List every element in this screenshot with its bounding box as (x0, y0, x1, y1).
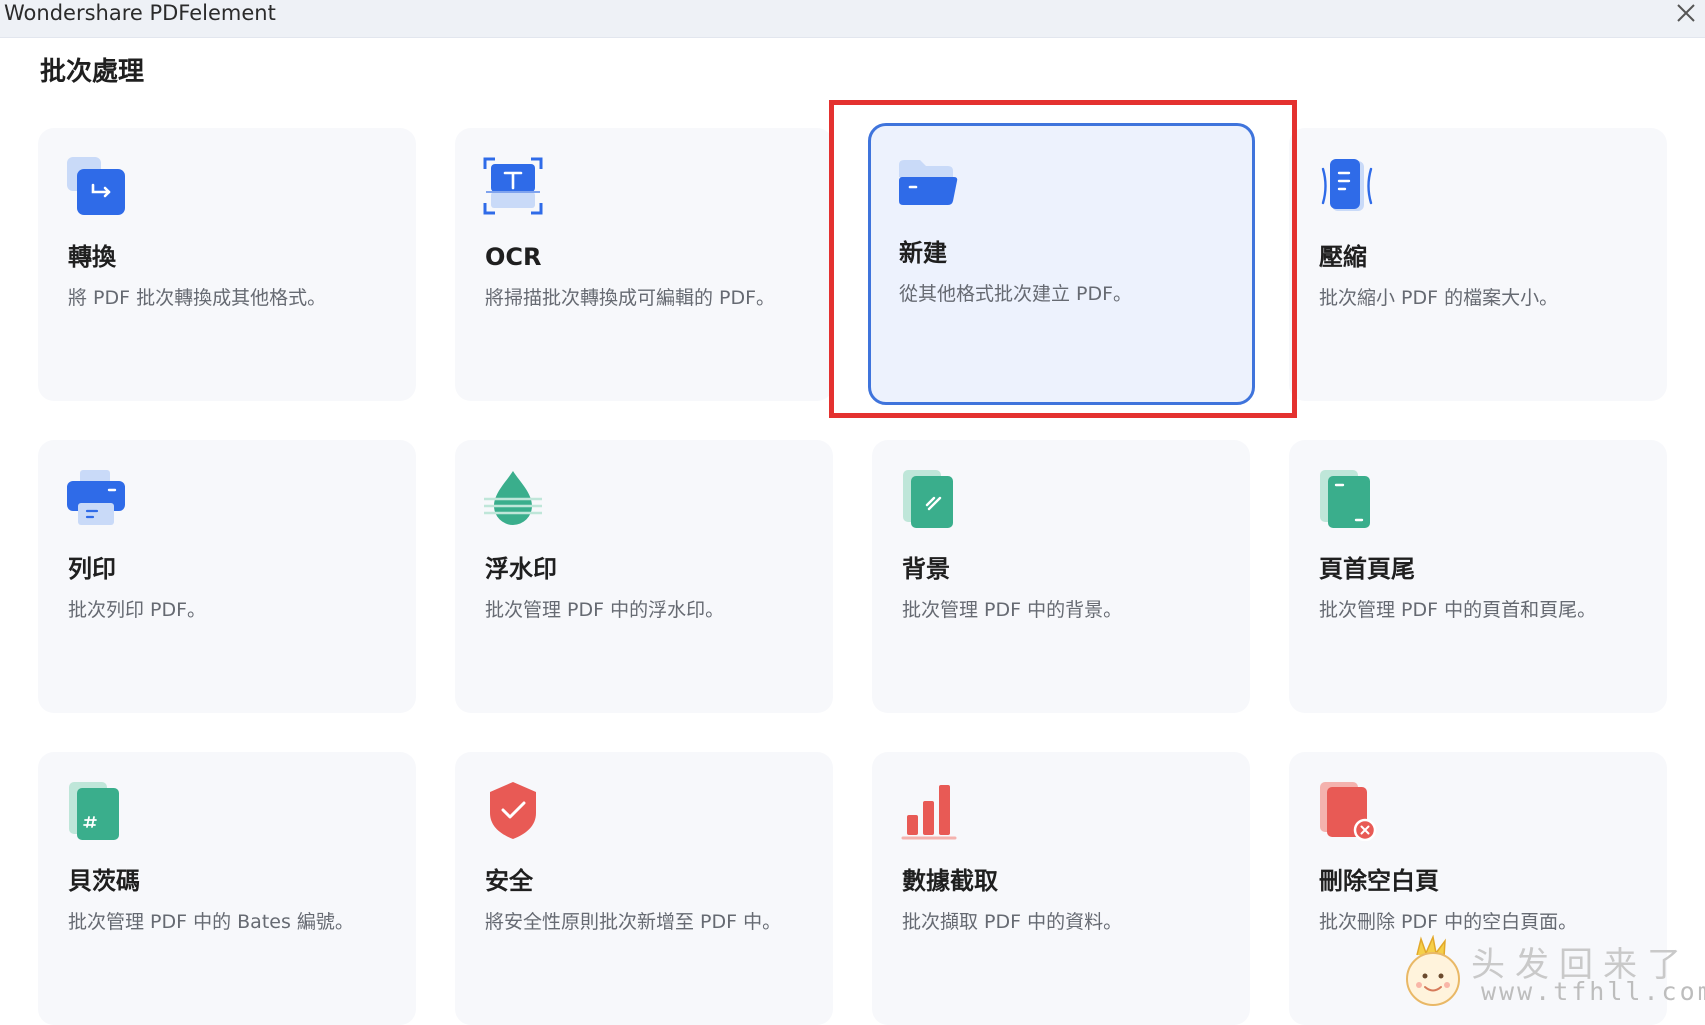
card-ocr[interactable]: OCR 將掃描批次轉換成可編輯的 PDF。 (455, 128, 833, 401)
delete-page-icon (1320, 782, 1377, 841)
card-security[interactable]: 安全 將安全性原則批次新增至 PDF 中。 (455, 752, 833, 1025)
card-description: 批次管理 PDF 中的頁首和頁尾。 (1319, 599, 1597, 621)
card-description: 批次管理 PDF 中的背景。 (902, 599, 1123, 621)
card-title: 背景 (902, 555, 950, 583)
card-watermark[interactable]: 浮水印 批次管理 PDF 中的浮水印。 (455, 440, 833, 713)
card-title: 列印 (68, 555, 116, 583)
card-title: 浮水印 (485, 555, 557, 583)
watermark-drop-icon (484, 471, 542, 525)
bar-chart-icon (901, 785, 957, 840)
card-title: 貝茨碼 (68, 867, 140, 895)
title-bar: Wondershare PDFelement (0, 0, 1705, 38)
card-header-footer[interactable]: 頁首頁尾 批次管理 PDF 中的頁首和頁尾。 (1289, 440, 1667, 713)
card-title: 壓縮 (1319, 243, 1367, 271)
cartoon-face-icon (1406, 935, 1460, 1006)
card-description: 將安全性原則批次新增至 PDF 中。 (485, 911, 782, 933)
card-description: 批次刪除 PDF 中的空白頁面。 (1319, 911, 1578, 933)
card-description: 批次管理 PDF 中的 Bates 編號。 (68, 911, 354, 933)
card-background[interactable]: 背景 批次管理 PDF 中的背景。 (872, 440, 1250, 713)
card-title: 新建 (899, 239, 947, 267)
convert-icon (67, 157, 125, 215)
card-title: 數據截取 (902, 867, 998, 895)
background-icon (903, 470, 953, 528)
card-description: 將掃描批次轉換成可編輯的 PDF。 (485, 287, 776, 309)
card-convert[interactable]: 轉換 將 PDF 批次轉換成其他格式。 (38, 128, 416, 401)
card-description: 批次管理 PDF 中的浮水印。 (485, 599, 725, 621)
card-title: 安全 (485, 867, 533, 895)
site-watermark: 头发回来了 www.tfhll.com (1395, 935, 1705, 1011)
ocr-icon (483, 157, 543, 215)
header-footer-icon (1320, 470, 1370, 528)
card-data-extract[interactable]: 數據截取 批次擷取 PDF 中的資料。 (872, 752, 1250, 1025)
close-button[interactable] (1671, 0, 1701, 26)
card-title: 刪除空白頁 (1319, 867, 1439, 895)
card-description: 批次列印 PDF。 (68, 599, 207, 621)
card-title: 轉換 (68, 243, 116, 271)
app-title: Wondershare PDFelement (4, 1, 276, 25)
card-description: 批次縮小 PDF 的檔案大小。 (1319, 287, 1559, 309)
printer-icon (67, 470, 125, 525)
page-title: 批次處理 (40, 57, 145, 87)
watermark-url: www.tfhll.com (1481, 977, 1705, 1006)
card-print[interactable]: 列印 批次列印 PDF。 (38, 440, 416, 713)
card-bates[interactable]: 貝茨碼 批次管理 PDF 中的 Bates 編號。 (38, 752, 416, 1025)
card-description: 將 PDF 批次轉換成其他格式。 (68, 287, 327, 309)
close-icon (1677, 4, 1695, 22)
card-title: OCR (485, 243, 542, 271)
card-create[interactable]: 新建 從其他格式批次建立 PDF。 (868, 123, 1255, 405)
bates-number-icon (69, 782, 119, 840)
card-title: 頁首頁尾 (1319, 555, 1415, 583)
compress-icon (1321, 159, 1373, 211)
card-description: 從其他格式批次建立 PDF。 (899, 283, 1133, 305)
shield-check-icon (490, 782, 536, 839)
folder-icon (899, 160, 958, 205)
card-compress[interactable]: 壓縮 批次縮小 PDF 的檔案大小。 (1289, 128, 1667, 401)
card-description: 批次擷取 PDF 中的資料。 (902, 911, 1123, 933)
